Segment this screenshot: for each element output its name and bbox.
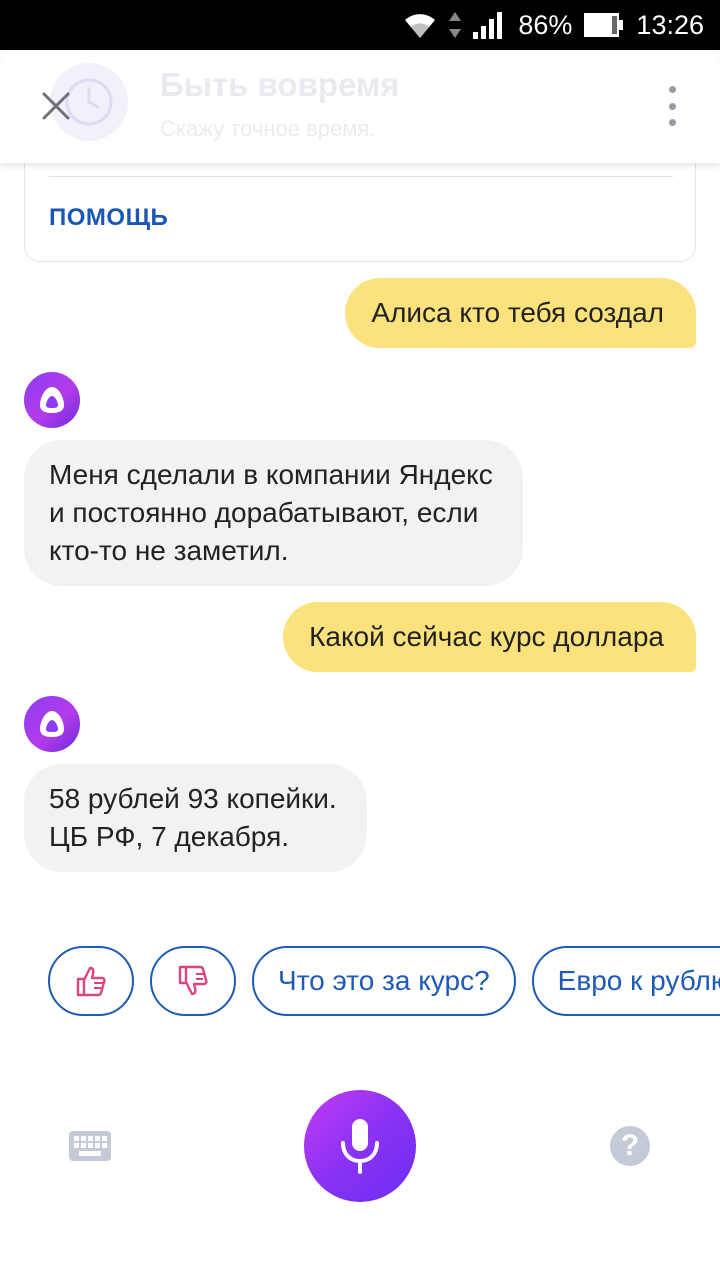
message-line: Алиса кто тебя создал: [371, 297, 664, 328]
skill-header: Быть вовремя Скажу точное время.: [0, 50, 720, 163]
skill-subtitle: Скажу точное время.: [160, 116, 376, 141]
clock-time: 13:26: [636, 9, 704, 40]
microphone-icon: [341, 1119, 379, 1174]
more-menu-button[interactable]: [660, 86, 684, 126]
more-vertical-icon: [668, 102, 676, 110]
cellular-signal-icon: [473, 12, 503, 39]
data-arrows-icon: [449, 12, 462, 38]
user-message: Алиса кто тебя создал: [345, 278, 696, 348]
keyboard-button[interactable]: [68, 1128, 112, 1164]
thumbs-up-icon: [76, 966, 106, 997]
alice-logo-icon: [40, 387, 64, 413]
close-icon: [42, 92, 70, 120]
more-vertical-icon: [668, 119, 676, 126]
help-button[interactable]: ?: [610, 1126, 650, 1166]
like-button[interactable]: [48, 946, 134, 1016]
help-link[interactable]: ПОМОЩЬ: [49, 204, 168, 232]
alice-logo-icon: [40, 711, 64, 737]
close-button[interactable]: [34, 84, 78, 128]
skill-title: Быть вовремя: [160, 66, 400, 103]
message-line: и постоянно дорабатывают, если: [49, 497, 479, 528]
status-bar: 86% 13:26: [0, 0, 720, 50]
thumbs-down-icon: [178, 965, 208, 996]
more-vertical-icon: [668, 86, 676, 93]
battery-icon: [584, 13, 624, 37]
message-line: ЦБ РФ, 7 декабря.: [49, 821, 290, 852]
message-line: Какой сейчас курс доллара: [309, 621, 664, 652]
suggestion-chips: Что это за курс? Евро к рублю: [48, 946, 720, 1016]
alice-avatar: [24, 696, 80, 752]
message-line: кто-то не заметил.: [49, 535, 289, 566]
message-line: Меня сделали в компании Яндекс: [49, 459, 493, 490]
suggestion-chip[interactable]: Что это за курс?: [252, 946, 516, 1016]
card-divider: [49, 176, 673, 177]
battery-percent: 86%: [518, 9, 573, 40]
question-icon: ?: [620, 1129, 640, 1162]
assistant-message: 58 рублей 93 копейки. ЦБ РФ, 7 декабря.: [24, 764, 367, 872]
user-message: Какой сейчас курс доллара: [283, 602, 696, 672]
keyboard-icon: [69, 1131, 111, 1161]
suggestion-chip[interactable]: Евро к рублю: [531, 946, 720, 1016]
voice-input-button[interactable]: [304, 1090, 416, 1202]
alice-avatar: [24, 372, 80, 428]
wifi-icon: [405, 14, 436, 38]
dislike-button[interactable]: [150, 946, 236, 1016]
assistant-message: Меня сделали в компании Яндекс и постоян…: [24, 440, 523, 586]
message-line: 58 рублей 93 копейки.: [49, 783, 337, 814]
